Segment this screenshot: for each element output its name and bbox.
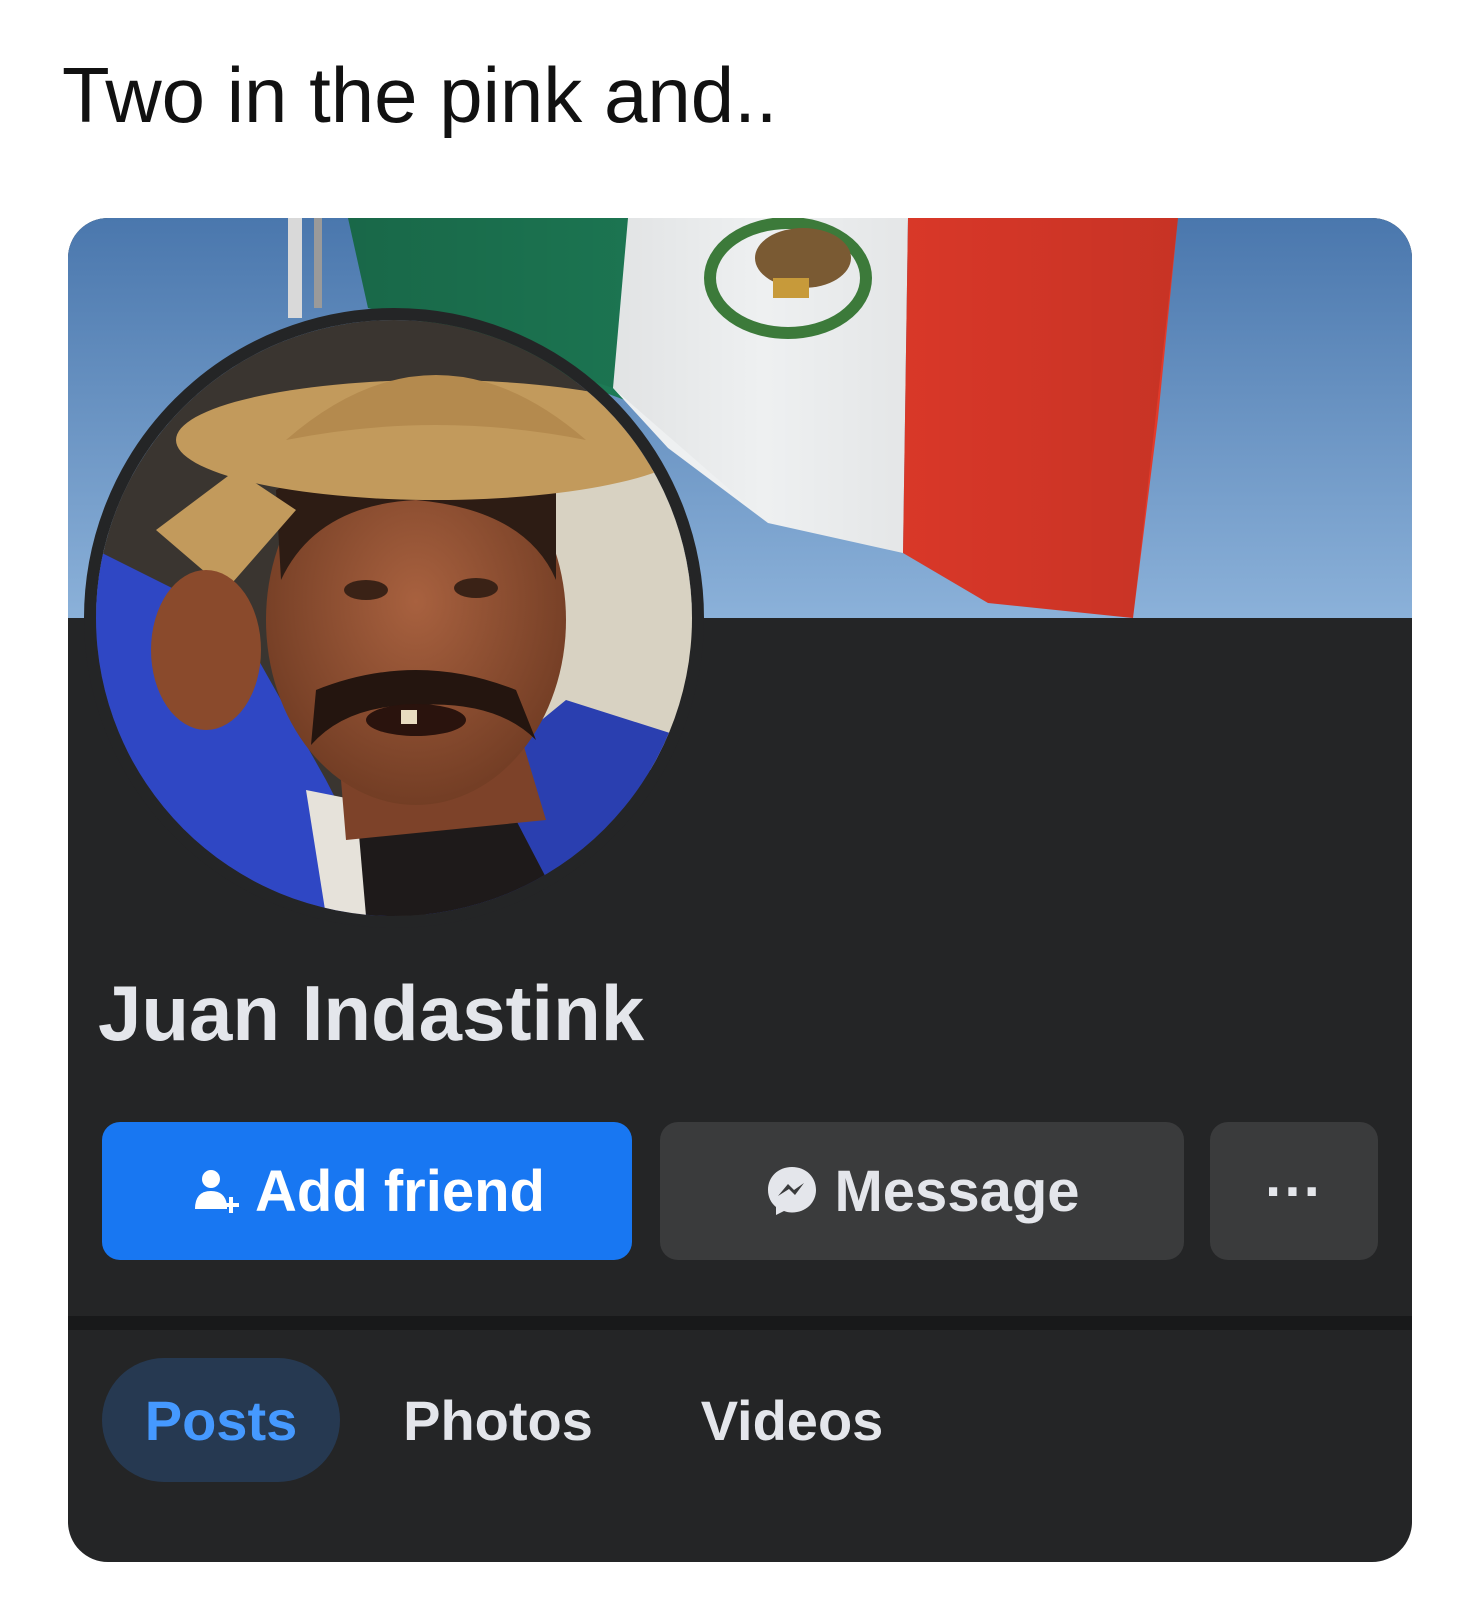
more-options-button[interactable]: ··· (1210, 1122, 1378, 1260)
tab-videos[interactable]: Videos (694, 1358, 890, 1482)
add-friend-button[interactable]: Add friend (102, 1122, 632, 1260)
person-add-icon (189, 1165, 241, 1217)
tab-posts[interactable]: Posts (102, 1358, 340, 1482)
add-friend-label: Add friend (255, 1158, 545, 1224)
man-in-straw-hat-image (96, 320, 692, 916)
section-divider (68, 1316, 1412, 1330)
profile-photo[interactable] (84, 308, 704, 928)
tab-photos[interactable]: Photos (398, 1358, 598, 1482)
messenger-icon (764, 1163, 820, 1219)
profile-name: Juan Indastink (98, 969, 645, 1057)
message-label: Message (834, 1158, 1080, 1224)
post-caption: Two in the pink and.. (62, 51, 778, 139)
message-button[interactable]: Message (660, 1122, 1184, 1260)
more-options-label: ··· (1265, 1158, 1323, 1224)
profile-card: Juan Indastink Add friend Message ··· Po… (68, 218, 1412, 1562)
